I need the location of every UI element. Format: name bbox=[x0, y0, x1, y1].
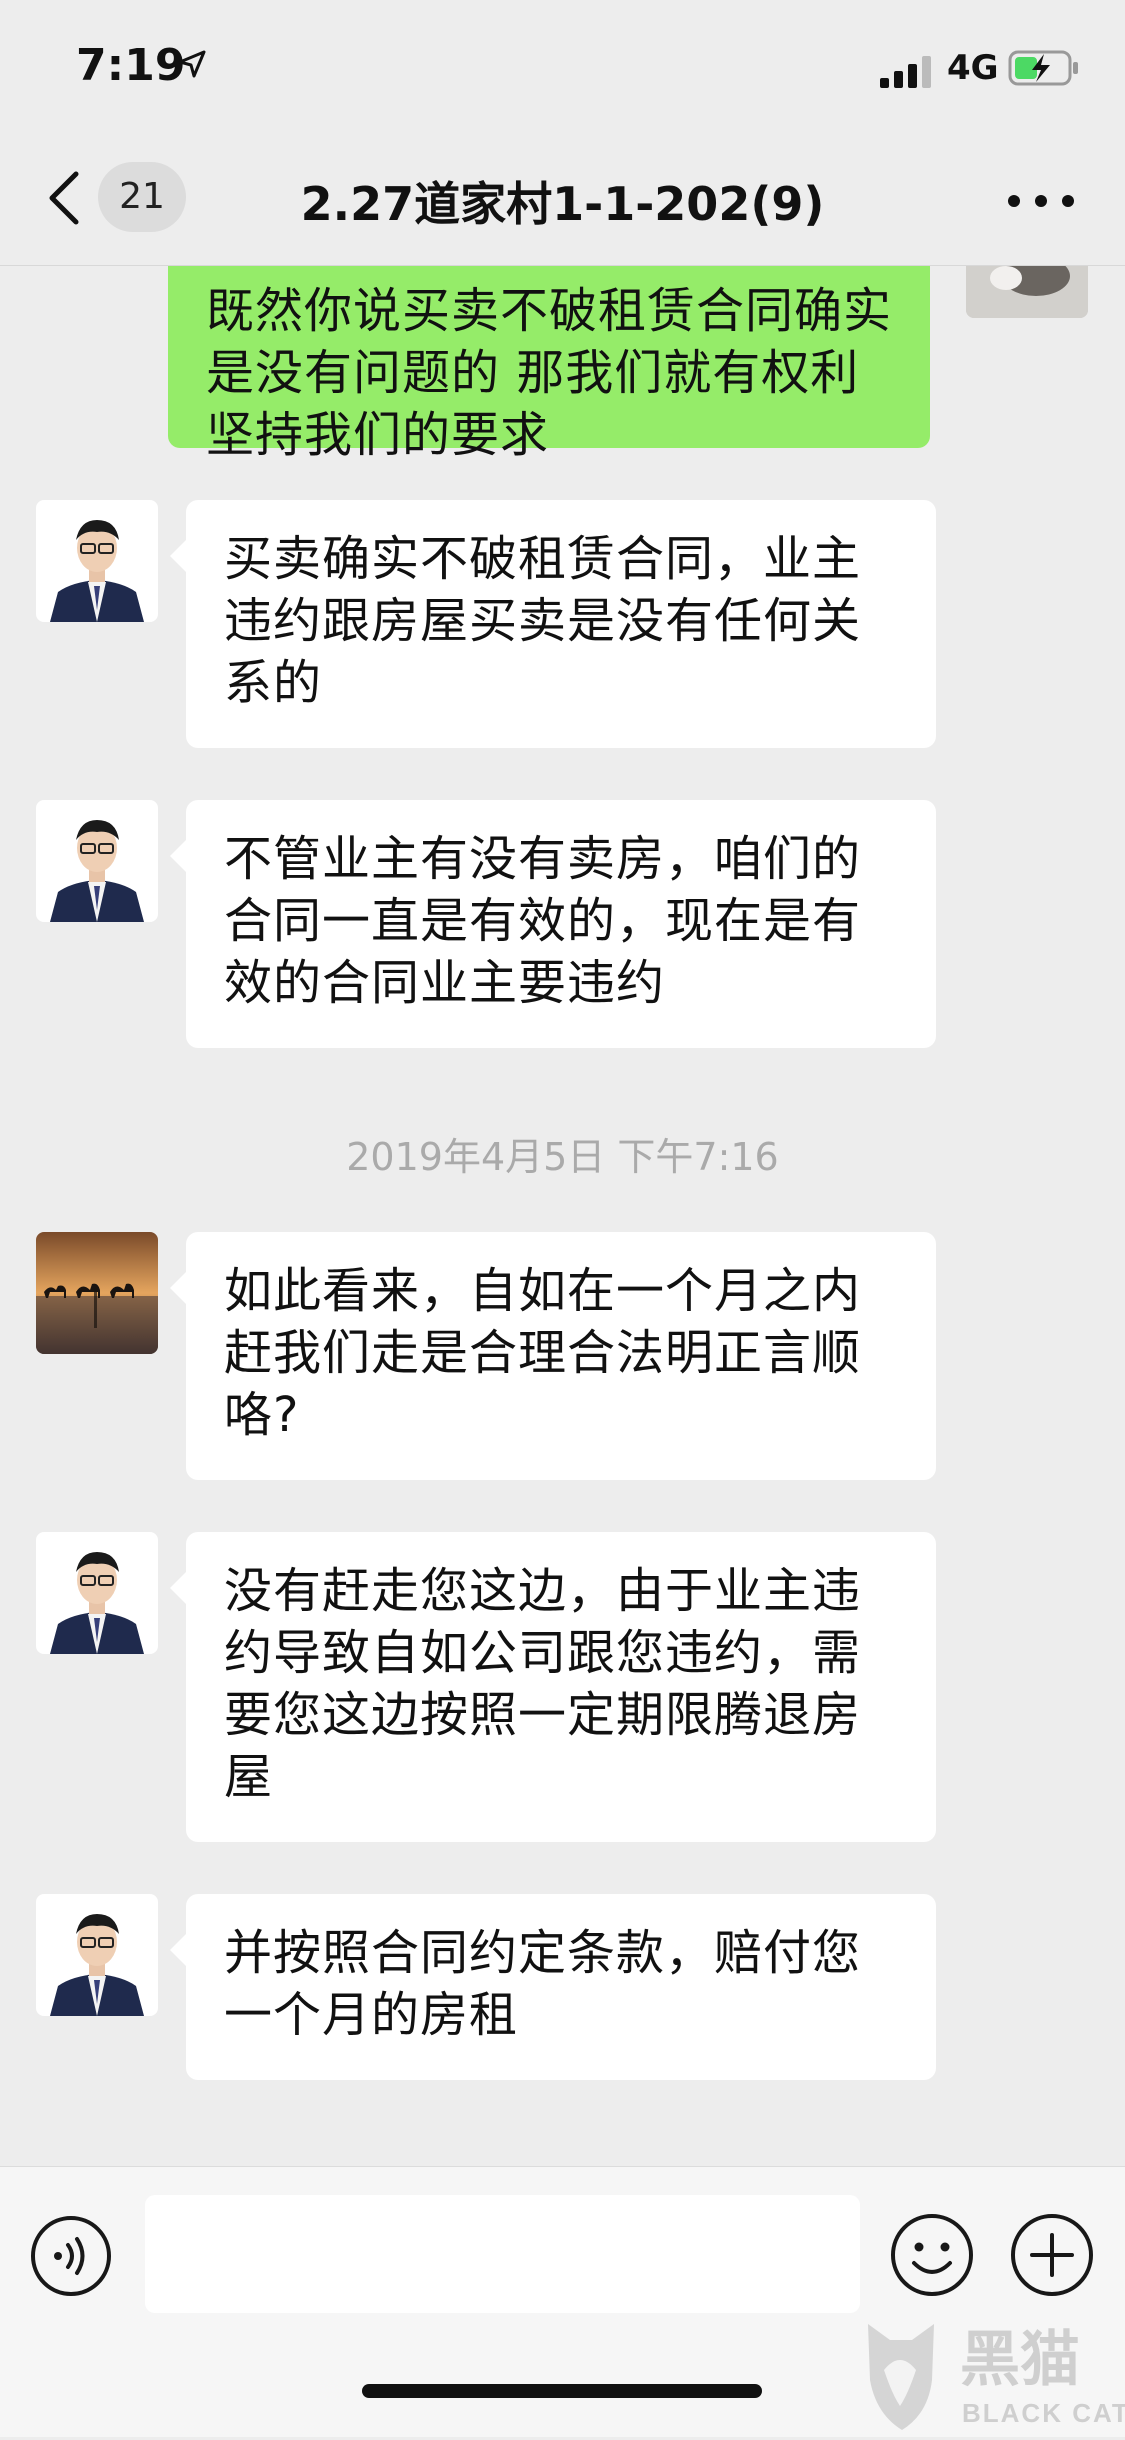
watermark-text: 黑猫 bbox=[960, 2326, 1080, 2393]
signal-icon bbox=[880, 56, 931, 88]
agent-avatar[interactable] bbox=[36, 1894, 158, 2016]
status-time: 7:19 bbox=[76, 40, 186, 91]
message-bubble-incoming[interactable]: 没有赶走您这边，由于业主违约导致自如公司跟您违约，需要您这边按照一定期限腾退房屋 bbox=[170, 1532, 936, 1842]
message-bubble-incoming[interactable]: 并按照合同约定条款，赔付您一个月的房租 bbox=[170, 1894, 936, 2080]
message-text: 没有赶走您这边，由于业主违约导致自如公司跟您违约，需要您这边按照一定期限腾退房屋 bbox=[224, 1563, 862, 1805]
agent-avatar[interactable] bbox=[36, 1532, 158, 1654]
back-chevron-icon[interactable] bbox=[44, 170, 84, 226]
message-input[interactable] bbox=[145, 2195, 860, 2313]
unread-count-badge[interactable]: 21 bbox=[98, 162, 186, 232]
person-avatar-icon bbox=[36, 1532, 158, 1654]
user-avatar[interactable] bbox=[36, 1232, 158, 1354]
emoji-icon[interactable] bbox=[890, 2213, 974, 2297]
network-type: 4G bbox=[947, 48, 999, 88]
chat-area[interactable]: 既然你说买卖不破租赁合同确实是没有问题的 那我们就有权利坚持我们的要求 买卖确实… bbox=[0, 266, 1125, 2166]
battery-charging-icon bbox=[1008, 50, 1078, 86]
voice-input-icon[interactable] bbox=[30, 2215, 112, 2297]
watermark-subtext: BLACK CAT bbox=[962, 2398, 1125, 2428]
blackcat-watermark: 黑猫 BLACK CAT bbox=[850, 2310, 1125, 2436]
more-options-icon[interactable] bbox=[1006, 194, 1076, 208]
location-arrow-icon bbox=[178, 50, 206, 78]
message-bubble-outgoing[interactable]: 既然你说买卖不破租赁合同确实是没有问题的 那我们就有权利坚持我们的要求 bbox=[168, 266, 930, 463]
agent-avatar[interactable] bbox=[36, 500, 158, 622]
message-bubble-incoming[interactable]: 不管业主有没有卖房，咱们的合同一直是有效的，现在是有效的合同业主要违约 bbox=[170, 800, 936, 1048]
person-avatar-icon bbox=[36, 1894, 158, 2016]
message-text: 买卖确实不破租赁合同，业主违约跟房屋买卖是没有任何关系的 bbox=[224, 531, 862, 711]
camels-sunset-avatar-icon bbox=[36, 1232, 158, 1354]
timestamp-divider: 2019年4月5日 下午7:16 bbox=[346, 1135, 779, 1179]
status-bar: 7:19 4G bbox=[0, 0, 1125, 130]
message-bubble-incoming[interactable]: 买卖确实不破租赁合同，业主违约跟房屋买卖是没有任何关系的 bbox=[170, 500, 936, 748]
home-indicator[interactable] bbox=[362, 2384, 762, 2398]
agent-avatar[interactable] bbox=[36, 800, 158, 922]
person-avatar-icon bbox=[36, 500, 158, 622]
message-bubble-incoming[interactable]: 如此看来，自如在一个月之内赶我们走是合理合法明正言顺咯? bbox=[170, 1232, 936, 1480]
message-text: 不管业主有没有卖房，咱们的合同一直是有效的，现在是有效的合同业主要违约 bbox=[224, 831, 862, 1011]
chat-title: 2.27道家村1-1-202(9) bbox=[300, 177, 825, 231]
add-more-icon[interactable] bbox=[1010, 2213, 1094, 2297]
blackcat-logo-icon: 黑猫 BLACK CAT bbox=[868, 2324, 1125, 2430]
message-text: 如此看来，自如在一个月之内赶我们走是合理合法明正言顺咯? bbox=[224, 1263, 862, 1443]
my-avatar[interactable] bbox=[966, 266, 1088, 318]
nav-bar: 21 2.27道家村1-1-202(9) bbox=[0, 130, 1125, 266]
person-avatar-icon bbox=[36, 800, 158, 922]
message-text: 并按照合同约定条款，赔付您一个月的房租 bbox=[224, 1925, 862, 2043]
photo-avatar-icon bbox=[966, 266, 1088, 318]
message-text: 既然你说买卖不破租赁合同确实是没有问题的 那我们就有权利坚持我们的要求 bbox=[206, 283, 893, 463]
